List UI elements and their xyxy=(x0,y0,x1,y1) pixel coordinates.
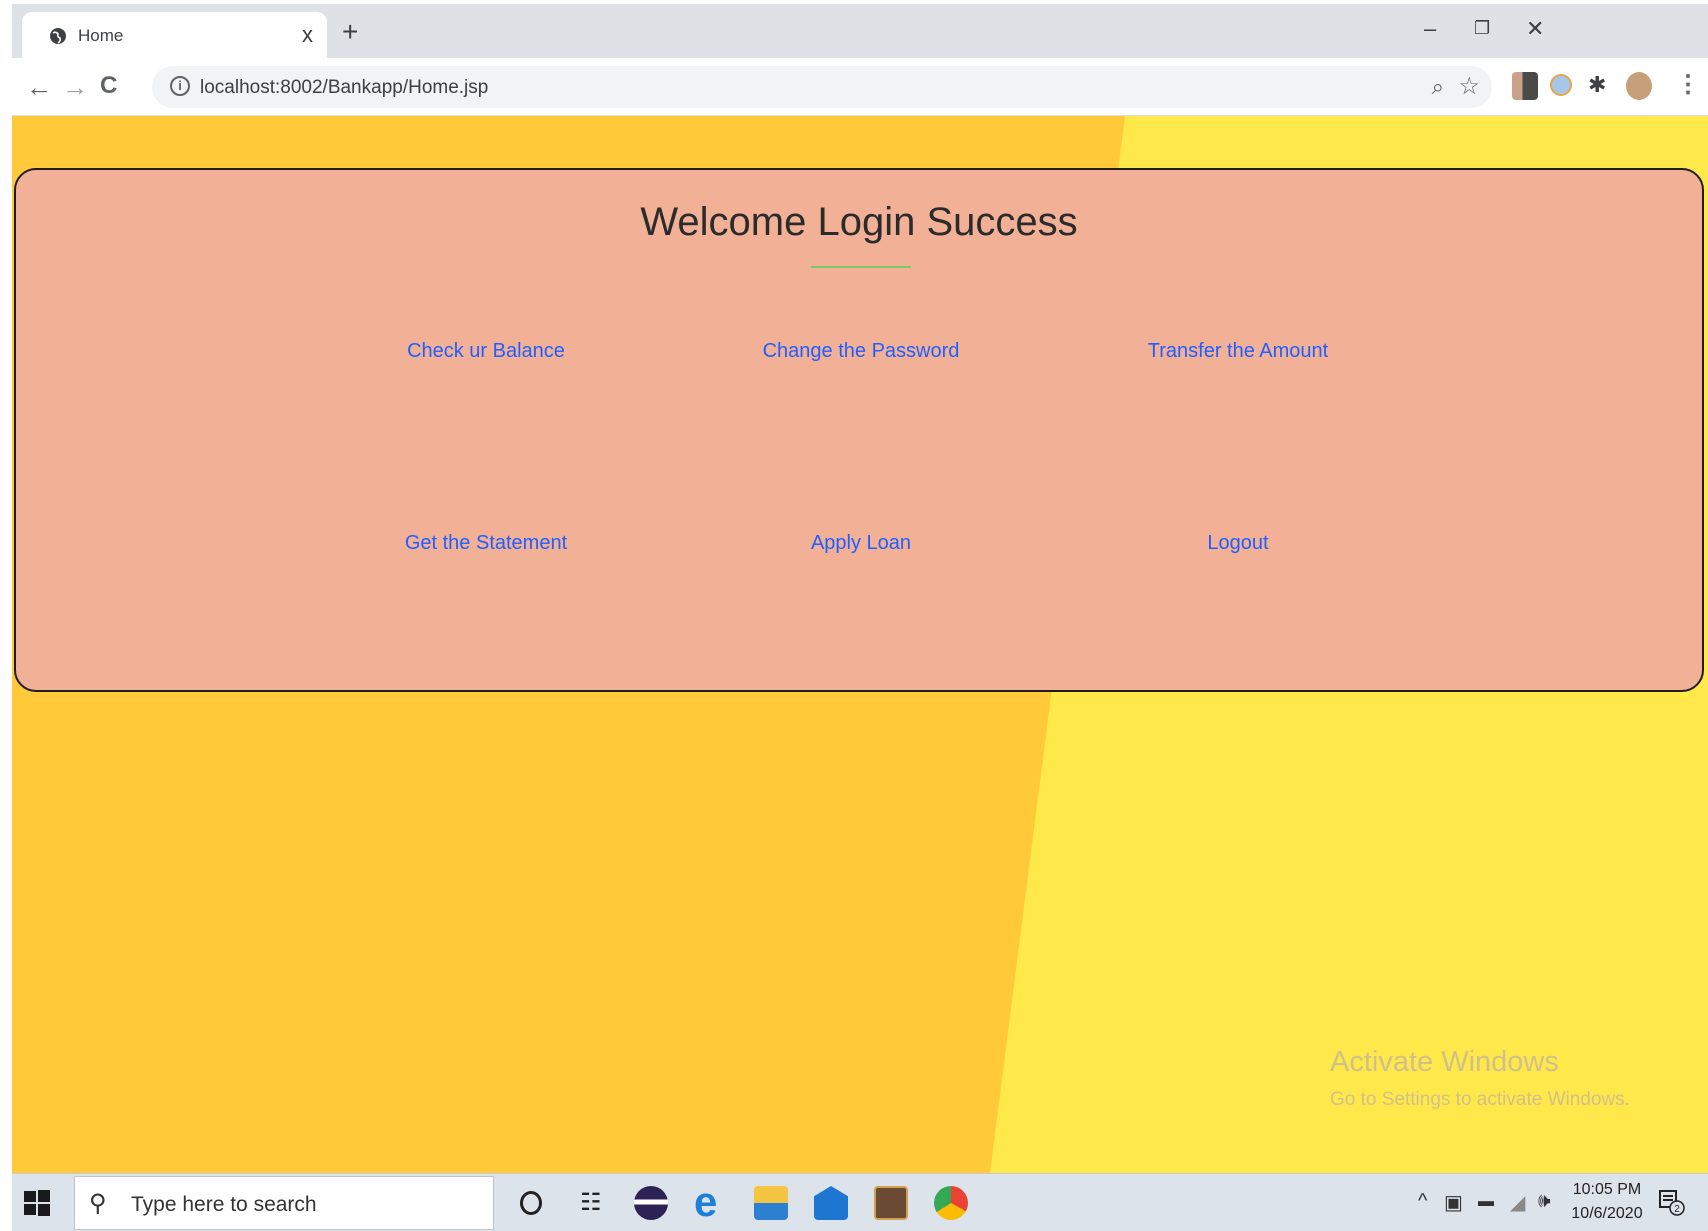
eclipse-icon[interactable] xyxy=(634,1186,668,1220)
watermark-title: Activate Windows xyxy=(1330,1046,1559,1078)
file-explorer-icon[interactable] xyxy=(754,1186,788,1220)
network-app-icon[interactable]: ▣ xyxy=(1444,1190,1463,1215)
screen: Home x + – ❐ ✕ ← → C i localhost:8002/Ba… xyxy=(0,0,1708,1231)
tab-close-button[interactable]: x xyxy=(302,22,313,48)
window-close-button[interactable]: ✕ xyxy=(1526,16,1544,42)
welcome-card: Welcome Login Success Check ur Balance C… xyxy=(14,168,1704,692)
search-placeholder: Type here to search xyxy=(131,1193,317,1216)
chrome-icon[interactable] xyxy=(934,1186,968,1220)
clock-time: 10:05 PM xyxy=(1572,1181,1642,1198)
extension-icon[interactable] xyxy=(1512,72,1538,100)
apply-loan-link[interactable]: Apply Loan xyxy=(711,532,1011,555)
notification-count: 2 xyxy=(1674,1204,1680,1215)
taskbar-clock[interactable]: 10:05 PM 10/6/2020 xyxy=(1562,1178,1652,1226)
notification-icon[interactable]: 2 xyxy=(1657,1188,1685,1216)
search-icon: ⚲ xyxy=(89,1190,107,1217)
tab-title: Home xyxy=(78,26,124,45)
puzzle-icon[interactable]: ✱ xyxy=(1588,72,1606,98)
forward-button[interactable]: → xyxy=(62,72,88,103)
globe-icon xyxy=(50,28,66,44)
back-button[interactable]: ← xyxy=(26,72,52,103)
reload-button[interactable]: C xyxy=(100,72,117,100)
task-view-icon[interactable]: ☷ xyxy=(580,1188,602,1217)
browser-toolbar: ← → C i localhost:8002/Bankapp/Home.jsp … xyxy=(12,58,1708,116)
windows-start-icon[interactable] xyxy=(22,1188,52,1218)
url-text[interactable]: localhost:8002/Bankapp/Home.jsp xyxy=(200,77,488,99)
get-statement-link[interactable]: Get the Statement xyxy=(336,532,636,555)
show-hidden-icons-chevron[interactable]: ^ xyxy=(1418,1190,1427,1213)
taskbar-search-box[interactable]: ⚲ Type here to search xyxy=(74,1176,494,1230)
new-tab-button[interactable]: + xyxy=(342,16,358,48)
kebab-menu-icon[interactable]: ⋮ xyxy=(1676,70,1700,99)
info-icon[interactable]: i xyxy=(170,76,190,96)
restore-button[interactable]: ❐ xyxy=(1474,18,1490,39)
extension-icon[interactable] xyxy=(1550,74,1572,96)
transfer-amount-link[interactable]: Transfer the Amount xyxy=(1088,340,1388,363)
mail-icon[interactable] xyxy=(814,1186,848,1220)
battery-icon[interactable]: ▬ xyxy=(1478,1193,1494,1211)
activate-windows-watermark: Activate Windows Go to Settings to activ… xyxy=(1330,1046,1630,1111)
cortana-icon[interactable] xyxy=(520,1191,542,1215)
logout-link[interactable]: Logout xyxy=(1088,532,1388,555)
minimize-button[interactable]: – xyxy=(1424,16,1436,42)
page-viewport: Welcome Login Success Check ur Balance C… xyxy=(12,116,1708,1173)
clock-date: 10/6/2020 xyxy=(1571,1205,1643,1222)
watermark-subtitle: Go to Settings to activate Windows. xyxy=(1330,1089,1630,1110)
address-bar[interactable]: i localhost:8002/Bankapp/Home.jsp ⌕ ☆ xyxy=(152,66,1492,108)
windows-taskbar: ⚲ Type here to search ☷ e ^ ▣ ▬ ◢ 🕪 10:0… xyxy=(12,1173,1708,1231)
volume-icon[interactable]: 🕪 xyxy=(1538,1190,1551,1213)
wifi-icon[interactable]: ◢ xyxy=(1510,1190,1525,1215)
browser-tab-strip: Home x + – ❐ ✕ xyxy=(12,4,1708,58)
browser-tab[interactable]: Home x xyxy=(22,12,327,58)
app-icon[interactable] xyxy=(874,1186,908,1220)
title-underline xyxy=(811,266,911,268)
change-password-link[interactable]: Change the Password xyxy=(711,340,1011,363)
profile-avatar[interactable] xyxy=(1626,72,1652,100)
edge-icon[interactable]: e xyxy=(694,1178,717,1226)
bookmark-star-icon[interactable]: ☆ xyxy=(1458,72,1480,101)
page-title: Welcome Login Success xyxy=(640,200,1078,244)
zoom-icon[interactable]: ⌕ xyxy=(1432,74,1444,100)
check-balance-link[interactable]: Check ur Balance xyxy=(336,340,636,363)
